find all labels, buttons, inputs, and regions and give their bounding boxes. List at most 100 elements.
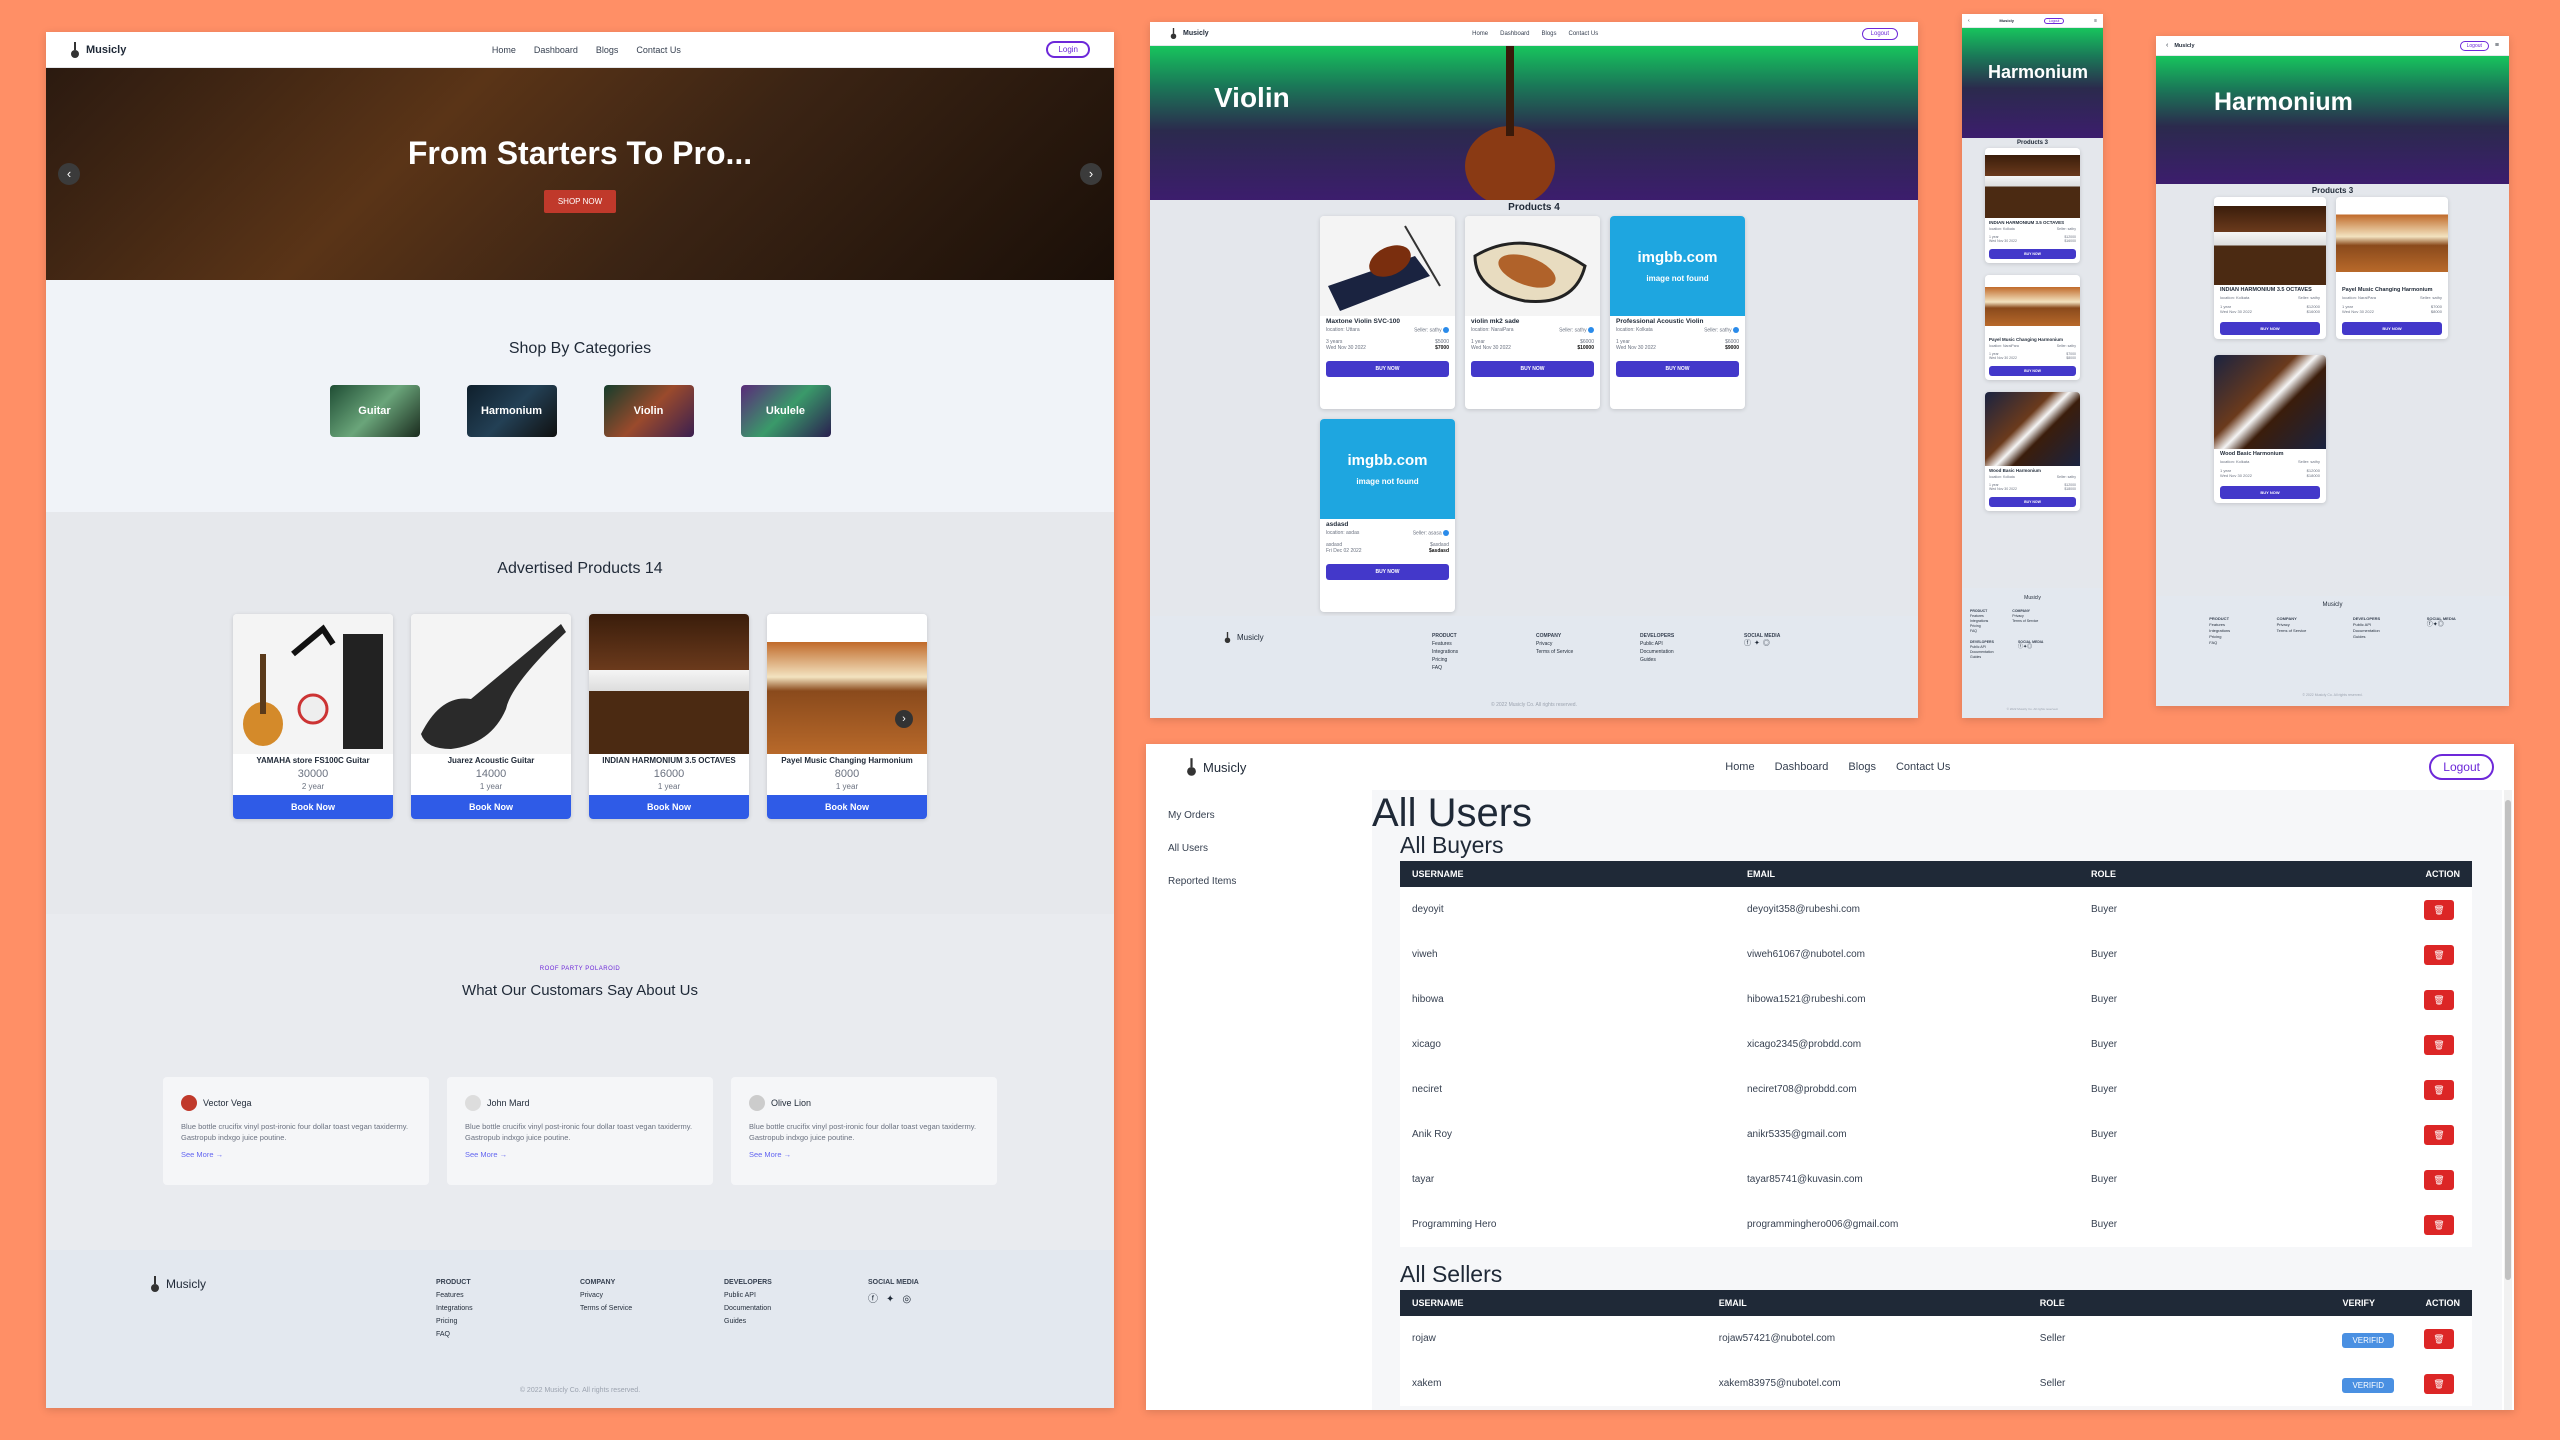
instagram-icon[interactable]: ◎ bbox=[2438, 622, 2444, 628]
footer-link[interactable]: Privacy bbox=[1536, 640, 1573, 648]
category-guitar[interactable]: Guitar bbox=[329, 385, 420, 437]
twitter-icon[interactable]: ✦ bbox=[1754, 640, 1763, 647]
scrollbar-thumb[interactable] bbox=[2505, 800, 2511, 1280]
sidebar-item-reported-items[interactable]: Reported Items bbox=[1168, 876, 1350, 887]
nav-blogs[interactable]: Blogs bbox=[1542, 31, 1557, 37]
footer-link[interactable]: Guides bbox=[724, 1315, 772, 1328]
brand-logo[interactable]: Musicly bbox=[2174, 43, 2459, 49]
logout-button[interactable]: Logout bbox=[2459, 40, 2489, 51]
footer-link[interactable]: Documentation bbox=[724, 1302, 772, 1315]
slider-next-icon[interactable]: › bbox=[895, 710, 913, 728]
carousel-next-button[interactable]: › bbox=[1080, 163, 1102, 185]
footer-link[interactable]: Terms of Service bbox=[580, 1302, 632, 1315]
facebook-icon[interactable]: ⓕ bbox=[868, 1293, 878, 1306]
footer-link[interactable]: Public API bbox=[724, 1289, 772, 1302]
instagram-icon[interactable]: ◎ bbox=[2027, 644, 2032, 650]
buy-now-button[interactable]: BUY NOW bbox=[2220, 322, 2320, 335]
delete-button[interactable]: 🗑 bbox=[2424, 1373, 2454, 1394]
nav-blogs[interactable]: Blogs bbox=[596, 45, 619, 55]
footer-link[interactable]: FAQ bbox=[436, 1328, 473, 1341]
see-more-link[interactable]: See More bbox=[181, 1150, 214, 1159]
book-now-button[interactable]: Book Now bbox=[589, 795, 749, 819]
nav-contact[interactable]: Contact Us bbox=[1896, 761, 1950, 773]
footer-link[interactable]: Terms of Service bbox=[2277, 628, 2307, 634]
buy-now-button[interactable]: BUY NOW bbox=[1471, 361, 1594, 378]
see-more-link[interactable]: See More bbox=[749, 1150, 782, 1159]
verified-button[interactable]: VERIFID bbox=[2342, 1377, 2394, 1393]
footer-link[interactable]: Guides bbox=[2353, 634, 2380, 640]
book-now-button[interactable]: Book Now bbox=[767, 795, 927, 819]
footer-link[interactable]: Integrations bbox=[436, 1302, 473, 1315]
sidebar-item-my-orders[interactable]: My Orders bbox=[1168, 810, 1350, 821]
delete-button[interactable]: 🗑 bbox=[2424, 1124, 2454, 1145]
nav-blogs[interactable]: Blogs bbox=[1848, 761, 1876, 773]
delete-button[interactable]: 🗑 bbox=[2424, 1079, 2454, 1100]
menu-icon[interactable]: ≡ bbox=[2495, 42, 2499, 49]
delete-button[interactable]: 🗑 bbox=[2424, 1169, 2454, 1190]
nav-dashboard[interactable]: Dashboard bbox=[534, 45, 578, 55]
facebook-icon[interactable]: ⓕ bbox=[1744, 640, 1754, 647]
buy-now-button[interactable]: BUY NOW bbox=[1989, 249, 2076, 259]
nav-home[interactable]: Home bbox=[1472, 31, 1488, 37]
footer-link[interactable]: Public API bbox=[1640, 640, 1674, 648]
nav-contact[interactable]: Contact Us bbox=[636, 45, 681, 55]
login-button[interactable]: Login bbox=[1046, 41, 1090, 58]
footer-link[interactable]: FAQ bbox=[1432, 664, 1458, 672]
delete-button[interactable]: 🗑 bbox=[2424, 1328, 2454, 1349]
delete-button[interactable]: 🗑 bbox=[2424, 989, 2454, 1010]
footer-link[interactable]: FAQ bbox=[1970, 629, 1988, 634]
carousel-prev-button[interactable]: ‹ bbox=[58, 163, 80, 185]
nav-dashboard[interactable]: Dashboard bbox=[1500, 31, 1529, 37]
sidebar-item-all-users[interactable]: All Users bbox=[1168, 843, 1350, 854]
delete-button[interactable]: 🗑 bbox=[2424, 899, 2454, 920]
category-harmonium[interactable]: Harmonium bbox=[466, 385, 557, 437]
buy-now-button[interactable]: BUY NOW bbox=[1989, 366, 2076, 376]
footer-link[interactable]: Guides bbox=[1970, 655, 1994, 660]
footer-link[interactable]: Documentation bbox=[1640, 648, 1674, 656]
logout-button[interactable]: Logout bbox=[2043, 17, 2065, 24]
footer-link[interactable]: Features bbox=[436, 1289, 473, 1302]
footer-link[interactable]: Terms of Service bbox=[2012, 619, 2038, 624]
brand-logo[interactable]: Musicly bbox=[1170, 28, 1209, 39]
footer-link[interactable]: Privacy bbox=[580, 1289, 632, 1302]
see-more-link[interactable]: See More bbox=[465, 1150, 498, 1159]
delete-button[interactable]: 🗑 bbox=[2424, 1034, 2454, 1055]
buy-now-button[interactable]: BUY NOW bbox=[1616, 361, 1739, 378]
nav-contact[interactable]: Contact Us bbox=[1569, 31, 1599, 37]
footer-brand[interactable]: Musicly bbox=[1970, 596, 2095, 601]
footer-brand[interactable]: Musicly bbox=[2156, 602, 2509, 608]
brand-logo[interactable]: Musicly bbox=[70, 41, 126, 58]
scrollbar[interactable] bbox=[2504, 790, 2512, 1410]
buy-now-button[interactable]: BUY NOW bbox=[2220, 486, 2320, 499]
logout-button[interactable]: Logout bbox=[1861, 27, 1898, 40]
twitter-icon[interactable]: ✦ bbox=[886, 1293, 894, 1306]
category-ukulele[interactable]: Ukulele bbox=[740, 385, 831, 437]
verified-button[interactable]: VERIFID bbox=[2342, 1332, 2394, 1348]
buy-now-button[interactable]: BUY NOW bbox=[2342, 322, 2442, 335]
buy-now-button[interactable]: BUY NOW bbox=[1326, 361, 1449, 378]
book-now-button[interactable]: Book Now bbox=[233, 795, 393, 819]
instagram-icon[interactable]: ◎ bbox=[1763, 640, 1773, 647]
book-now-button[interactable]: Book Now bbox=[411, 795, 571, 819]
footer-link[interactable]: FAQ bbox=[2209, 640, 2230, 646]
footer-link[interactable]: Integrations bbox=[1432, 648, 1458, 656]
logout-button[interactable]: Logout bbox=[2429, 754, 2494, 780]
footer-link[interactable]: Terms of Service bbox=[1536, 648, 1573, 656]
nav-dashboard[interactable]: Dashboard bbox=[1775, 761, 1829, 773]
back-icon[interactable]: ‹ bbox=[2166, 42, 2168, 49]
menu-icon[interactable]: ≡ bbox=[2094, 18, 2097, 24]
shop-now-button[interactable]: SHOP NOW bbox=[543, 190, 617, 213]
footer-brand[interactable]: Musicly bbox=[150, 1276, 206, 1292]
footer-link[interactable]: Guides bbox=[1640, 656, 1674, 664]
brand-logo[interactable]: Musicly bbox=[1186, 758, 1246, 776]
buy-now-button[interactable]: BUY NOW bbox=[1326, 564, 1449, 581]
footer-link[interactable]: Pricing bbox=[1432, 656, 1458, 664]
nav-home[interactable]: Home bbox=[1725, 761, 1754, 773]
delete-button[interactable]: 🗑 bbox=[2424, 1214, 2454, 1235]
instagram-icon[interactable]: ◎ bbox=[902, 1293, 911, 1306]
delete-button[interactable]: 🗑 bbox=[2424, 944, 2454, 965]
footer-brand[interactable]: Musicly bbox=[1224, 632, 1264, 643]
brand-logo[interactable]: Musicly bbox=[1999, 18, 2014, 23]
footer-link[interactable]: Pricing bbox=[436, 1315, 473, 1328]
nav-home[interactable]: Home bbox=[492, 45, 516, 55]
